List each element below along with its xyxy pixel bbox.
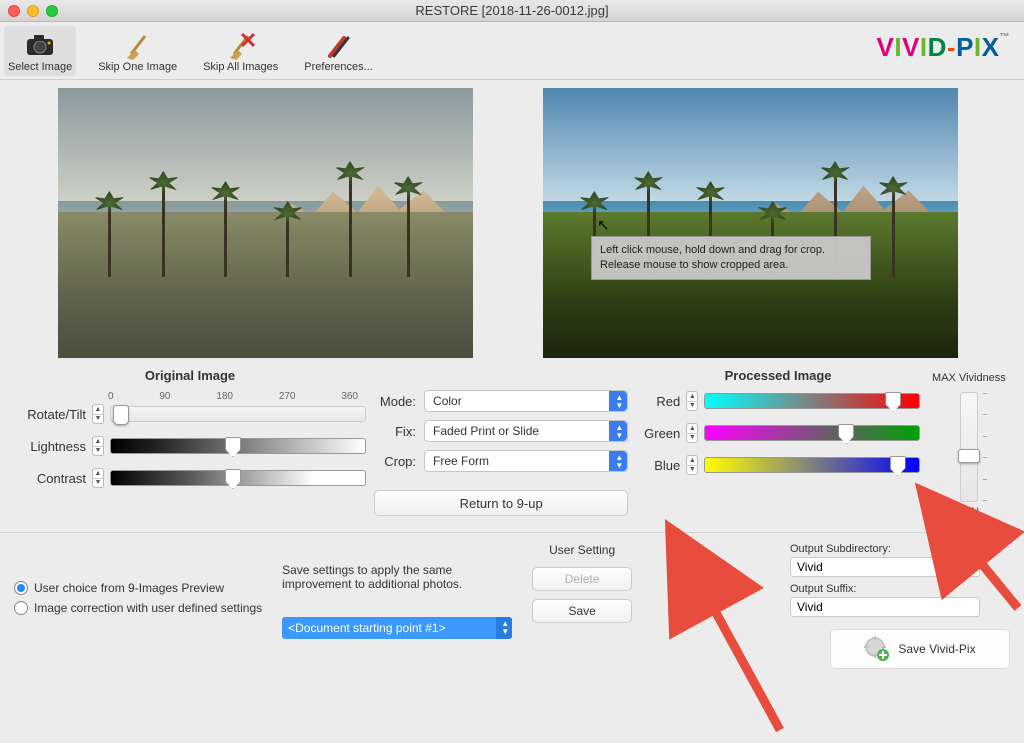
original-image-title: Original Image (14, 368, 366, 383)
title-bar: RESTORE [2018-11-26-0012.jpg] (0, 0, 1024, 22)
cursor-icon: ↖ (597, 216, 610, 234)
red-label: Red (636, 394, 680, 409)
lightness-label: Lightness (14, 439, 86, 454)
rotate-slider[interactable] (110, 406, 366, 422)
output-suffix-input[interactable] (790, 597, 980, 617)
contrast-label: Contrast (14, 471, 86, 486)
max-vividness-label: MAX Vividness (928, 372, 1010, 384)
radio-label: User choice from 9-Images Preview (34, 581, 224, 595)
crop-select[interactable]: Free Form▲▼ (424, 450, 628, 472)
blue-stepper[interactable]: ▲▼ (686, 455, 698, 475)
red-slider[interactable] (704, 393, 920, 409)
crop-label: Crop: (374, 454, 416, 469)
delete-button[interactable]: Delete (532, 567, 632, 591)
processed-image-title: Processed Image (636, 368, 920, 383)
save-settings-text: Save settings to apply the same improvem… (282, 563, 512, 591)
green-stepper[interactable]: ▲▼ (686, 423, 698, 443)
user-choice-radio[interactable] (14, 581, 28, 595)
mode-select[interactable]: Color▲▼ (424, 390, 628, 412)
green-label: Green (636, 426, 680, 441)
rotate-stepper[interactable]: ▲▼ (92, 404, 104, 424)
vivid-pix-logo: VIVID-PIX™ (876, 32, 1010, 63)
contrast-slider[interactable] (110, 470, 366, 486)
lightness-stepper[interactable]: ▲▼ (92, 436, 104, 456)
radio-label: Image correction with user defined setti… (34, 601, 262, 615)
fix-select[interactable]: Faded Print or Slide▲▼ (424, 420, 628, 442)
gear-plus-icon (864, 636, 890, 662)
skip-all-button[interactable]: Skip All Images (199, 26, 282, 76)
preferences-button[interactable]: Preferences... (300, 26, 376, 76)
crop-tooltip: Left click mouse, hold down and drag for… (591, 236, 871, 280)
original-image-preview (58, 88, 473, 358)
rotate-label: Rotate/Tilt (14, 407, 86, 422)
document-starting-point-select[interactable]: <Document starting point #1>▲▼ (282, 617, 512, 639)
window-title: RESTORE [2018-11-26-0012.jpg] (0, 3, 1024, 18)
save-vivid-pix-button[interactable]: Save Vivid-Pix (830, 629, 1010, 669)
output-subdir-label: Output Subdirectory: (790, 543, 1010, 555)
toolbar-label: Skip All Images (203, 61, 278, 73)
processed-image-preview[interactable]: ↖ Left click mouse, hold down and drag f… (543, 88, 958, 358)
mode-label: Mode: (374, 394, 416, 409)
green-slider[interactable] (704, 425, 920, 441)
toolbar-label: Skip One Image (98, 61, 177, 73)
toolbar: Select Image Skip One Image Skip All Ima… (0, 22, 1024, 80)
contrast-stepper[interactable]: ▲▼ (92, 468, 104, 488)
select-image-button[interactable]: Select Image (4, 26, 76, 76)
save-button[interactable]: Save (532, 599, 632, 623)
skip-one-button[interactable]: Skip One Image (94, 26, 181, 76)
vividness-slider[interactable] (960, 392, 978, 502)
min-label: MIN (928, 506, 1010, 518)
rotate-tick-labels: 090180270360 (108, 391, 358, 402)
output-suffix-label: Output Suffix: (790, 583, 1010, 595)
broom-icon (122, 29, 154, 61)
blue-slider[interactable] (704, 457, 920, 473)
toolbar-label: Preferences... (304, 61, 372, 73)
toolbar-label: Select Image (8, 61, 72, 73)
broom-x-icon (225, 29, 257, 61)
camera-icon (24, 29, 56, 61)
return-to-9up-button[interactable]: Return to 9-up (374, 490, 628, 516)
red-stepper[interactable]: ▲▼ (686, 391, 698, 411)
user-setting-title: User Setting (532, 543, 632, 557)
lightness-slider[interactable] (110, 438, 366, 454)
output-subdir-input[interactable] (790, 557, 980, 577)
fix-label: Fix: (374, 424, 416, 439)
user-defined-radio[interactable] (14, 601, 28, 615)
tools-icon (323, 29, 355, 61)
blue-label: Blue (636, 458, 680, 473)
